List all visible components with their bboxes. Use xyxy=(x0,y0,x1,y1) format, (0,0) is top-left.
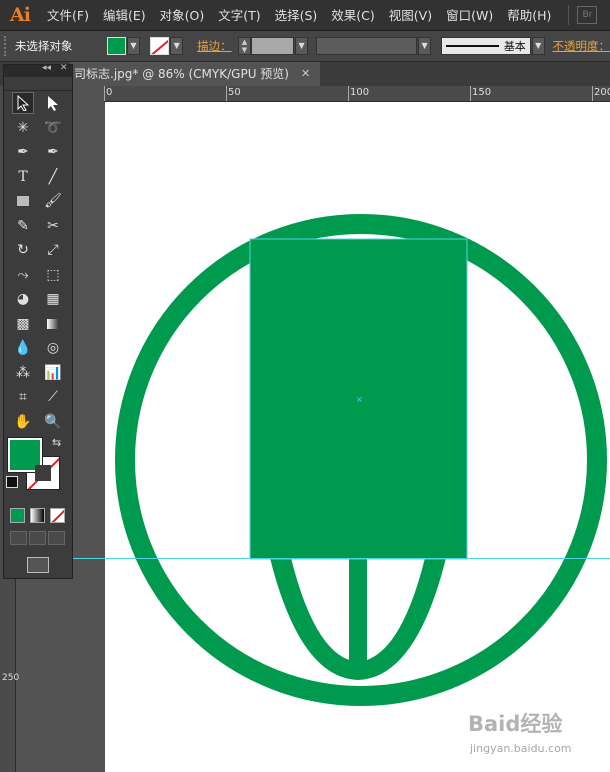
fill-stroke-widget: ⇆ xyxy=(4,436,72,504)
gradient-mode-button[interactable] xyxy=(30,508,45,523)
shape-builder-tool-icon[interactable]: ◕ xyxy=(12,288,34,310)
artwork-canvas: × xyxy=(115,214,607,706)
blend-tool-icon[interactable]: ◎ xyxy=(42,337,64,359)
draw-behind-button[interactable] xyxy=(29,531,46,545)
rectangle-tool-icon[interactable] xyxy=(12,190,34,212)
direct-selection-tool-icon[interactable] xyxy=(42,92,64,114)
center-point-marker: × xyxy=(356,395,363,404)
ruler-tick xyxy=(470,86,471,101)
leaf-stem[interactable] xyxy=(349,558,367,668)
close-icon[interactable]: ✕ xyxy=(60,63,68,73)
scale-tool-icon[interactable]: ⤢ xyxy=(42,239,64,261)
hand-tool-icon[interactable]: ✋ xyxy=(12,411,34,433)
watermark-url: jingyan.baidu.com xyxy=(470,742,572,755)
scissors-tool-icon[interactable]: ✂ xyxy=(42,215,64,237)
draw-normal-button[interactable] xyxy=(10,531,27,545)
artboard-tool-icon[interactable]: ⌗ xyxy=(12,386,34,408)
horizontal-guide[interactable] xyxy=(16,558,610,559)
ruler-tick xyxy=(592,86,593,101)
screen-mode-icon[interactable] xyxy=(27,557,49,573)
ruler-label: 100 xyxy=(350,87,370,98)
pencil-tool-icon[interactable]: ✎ xyxy=(12,215,34,237)
ruler-label: 0 xyxy=(106,87,113,98)
ruler-tick xyxy=(226,86,227,101)
ruler-tick xyxy=(348,86,349,101)
eyedropper-tool-icon[interactable]: 💧 xyxy=(12,337,34,359)
collapse-icon[interactable]: ◂◂ xyxy=(42,63,51,73)
mesh-tool-icon[interactable]: ▩ xyxy=(12,313,34,335)
swap-fill-stroke-icon[interactable]: ⇆ xyxy=(52,436,61,449)
width-tool-icon[interactable]: ⤳ xyxy=(12,264,34,286)
color-mode-button[interactable] xyxy=(10,508,25,523)
ruler-tick xyxy=(104,86,105,101)
perspective-grid-tool-icon[interactable]: ▦ xyxy=(42,288,64,310)
symbol-sprayer-tool-icon[interactable]: ⁂ xyxy=(12,362,34,384)
gradient-tool-icon[interactable] xyxy=(42,313,64,335)
watermark-logo: Baid经验 xyxy=(468,712,563,736)
type-tool-icon[interactable]: T xyxy=(12,166,34,188)
rotate-tool-icon[interactable]: ↻ xyxy=(12,239,34,261)
horizontal-ruler[interactable]: 0 50 100 150 200 xyxy=(104,86,610,102)
draw-inside-button[interactable] xyxy=(48,531,65,545)
ruler-label: 150 xyxy=(472,87,492,98)
default-colors-icon[interactable] xyxy=(6,476,18,488)
tools-panel-header[interactable]: ◂◂ ✕ xyxy=(4,63,72,77)
column-graph-tool-icon[interactable]: 📊 xyxy=(42,362,64,384)
ruler-label: 50 xyxy=(228,87,241,98)
ruler-label: 200 xyxy=(594,87,610,98)
selection-tool-icon[interactable] xyxy=(12,92,34,115)
ruler-label: 250 xyxy=(2,673,20,683)
slice-tool-icon[interactable]: ⟋ xyxy=(42,386,64,408)
zoom-tool-icon[interactable]: 🔍 xyxy=(42,411,64,433)
line-tool-icon[interactable]: ╱ xyxy=(42,166,64,188)
lasso-tool-icon[interactable]: ➰ xyxy=(42,117,64,139)
tools-panel: ◂◂ ✕ ✳ ➰ ✒ ✒ T ╱ 🖌 ✎ ✂ ↻ ⤢ ⤳ ⬚ ◕ ▦ ▩ � xyxy=(3,63,73,579)
pen-tool-icon[interactable]: ✒ xyxy=(12,141,34,163)
none-mode-button[interactable] xyxy=(50,508,65,523)
paintbrush-tool-icon[interactable]: 🖌 xyxy=(42,190,64,212)
free-transform-tool-icon[interactable]: ⬚ xyxy=(42,264,64,286)
magic-wand-tool-icon[interactable]: ✳ xyxy=(12,117,34,139)
curvature-tool-icon[interactable]: ✒ xyxy=(42,141,64,163)
tools-panel-grip[interactable] xyxy=(4,77,72,91)
